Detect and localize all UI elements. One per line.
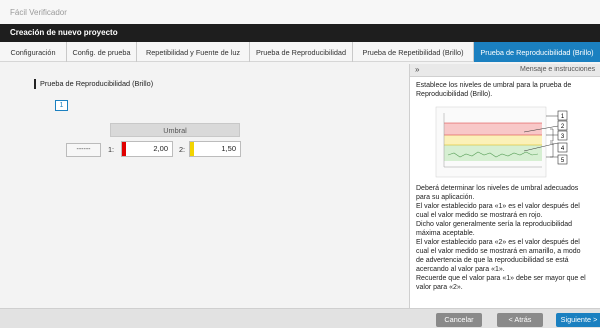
green-zone [444, 145, 542, 161]
body-line: cual el valor medido se mostrará en amar… [416, 248, 581, 255]
test-index-box[interactable]: 1 [55, 100, 68, 111]
step-reproducibilidad[interactable]: Prueba de Reproducibilidad [250, 42, 353, 62]
panel-body: Deberá determinar los niveles de umbral … [416, 184, 599, 292]
step-configuracion[interactable]: Configuración [0, 42, 67, 62]
intro-line: Reproducibilidad (Brillo). [416, 91, 493, 98]
panel-header: » Mensaje e instrucciones [410, 64, 600, 77]
section-title: Prueba de Reproducibilidad (Brillo) [34, 79, 153, 89]
step-repetibilidad-brillo[interactable]: Prueba de Repetibilidad (Brillo) [353, 42, 474, 62]
threshold-diagram: 1 2 3 4 5 [424, 105, 584, 183]
body-line: Deberá determinar los niveles de umbral … [416, 185, 579, 192]
body-line: acercando al valor para «1». [416, 266, 505, 273]
threshold1-label: 1: [108, 145, 115, 154]
body-line: máxima aceptable. [416, 230, 475, 237]
umbral-header: Umbral [110, 123, 240, 137]
body-line: de advertencia de que la reproducibilida… [416, 257, 569, 264]
panel-intro: Establece los niveles de umbral para la … [410, 77, 600, 99]
body-line: El valor establecido para «2» es el valo… [416, 239, 580, 246]
threshold1-value: 2,00 [153, 144, 168, 153]
threshold1-red-marker [122, 142, 126, 156]
threshold-settings-pane: Prueba de Reproducibilidad (Brillo) 1 Um… [14, 66, 404, 306]
step-repetibilidad-fuente-luz[interactable]: Repetibilidad y Fuente de luz [137, 42, 250, 62]
threshold2-value: 1,50 [221, 144, 236, 153]
red-zone [444, 123, 542, 135]
body-line: Recuerde que el valor para «1» debe ser … [416, 275, 586, 282]
zone-brackets [550, 128, 554, 158]
panel-title: Mensaje e instrucciones [520, 66, 596, 73]
threshold2-input[interactable]: 1,50 [189, 141, 241, 157]
wizard-steps: Configuración Config. de prueba Repetibi… [0, 42, 600, 62]
dash-button[interactable]: ------ [66, 143, 101, 157]
body-line: valor para «2». [416, 284, 463, 291]
next-button[interactable]: Siguiente > [556, 313, 600, 327]
threshold1-input[interactable]: 2,00 [121, 141, 173, 157]
threshold-row: ------ 1: 2,00 2: 1,50 [66, 140, 246, 157]
collapse-chevron-icon[interactable]: » [415, 65, 419, 74]
dialog-header: Creación de nuevo proyecto [0, 24, 600, 42]
instructions-panel: » Mensaje e instrucciones Establece los … [409, 64, 600, 308]
footer-bar: Cancelar < Atrás Siguiente > [0, 308, 600, 328]
body-line: Dicho valor generalmente sería la reprod… [416, 221, 573, 228]
body-line: cual el valor medido se mostrará en rojo… [416, 212, 543, 219]
body-line: El valor establecido para «1» es el valo… [416, 203, 580, 210]
threshold2-yellow-marker [190, 142, 194, 156]
body-line: para su aplicación. [416, 194, 475, 201]
cancel-button[interactable]: Cancelar [436, 313, 482, 327]
app-window: Fácil Verificador Creación de nuevo proy… [0, 0, 600, 328]
yellow-zone [444, 135, 542, 145]
threshold2-label: 2: [179, 145, 186, 154]
intro-line: Establece los niveles de umbral para la … [416, 82, 572, 89]
threshold-diagram-svg: 1 2 3 4 5 [435, 106, 568, 178]
step-config-prueba[interactable]: Config. de prueba [67, 42, 137, 62]
step-reproducibilidad-brillo[interactable]: Prueba de Reproducibilidad (Brillo) [474, 42, 600, 62]
back-button[interactable]: < Atrás [497, 313, 543, 327]
window-title: Fácil Verificador [0, 0, 600, 24]
